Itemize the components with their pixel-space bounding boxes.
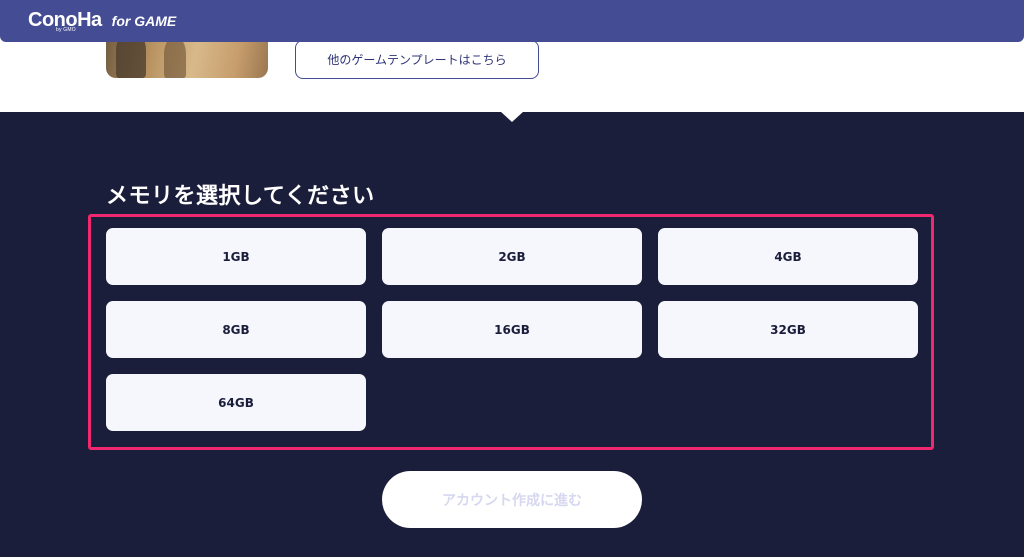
section-pointer-notch (500, 111, 524, 122)
memory-option-8gb[interactable]: 8GB (106, 301, 366, 358)
conoha-logo[interactable]: ConoHa by GMO for GAME (28, 7, 176, 35)
memory-option-1gb[interactable]: 1GB (106, 228, 366, 285)
other-templates-button[interactable]: 他のゲームテンプレートはこちら (295, 40, 539, 79)
memory-option-32gb[interactable]: 32GB (658, 301, 918, 358)
memory-option-4gb[interactable]: 4GB (658, 228, 918, 285)
memory-section-title: メモリを選択してください (106, 184, 375, 209)
memory-option-64gb[interactable]: 64GB (106, 374, 366, 431)
logo-tagline: for GAME (111, 13, 177, 29)
logo-byline: by GMO (56, 27, 76, 33)
thumbnail-figure (164, 38, 186, 78)
memory-option-2gb[interactable]: 2GB (382, 228, 642, 285)
memory-option-16gb[interactable]: 16GB (382, 301, 642, 358)
site-header: ConoHa by GMO for GAME (0, 0, 1024, 42)
proceed-to-account-creation-button[interactable]: アカウント作成に進む (382, 471, 642, 528)
